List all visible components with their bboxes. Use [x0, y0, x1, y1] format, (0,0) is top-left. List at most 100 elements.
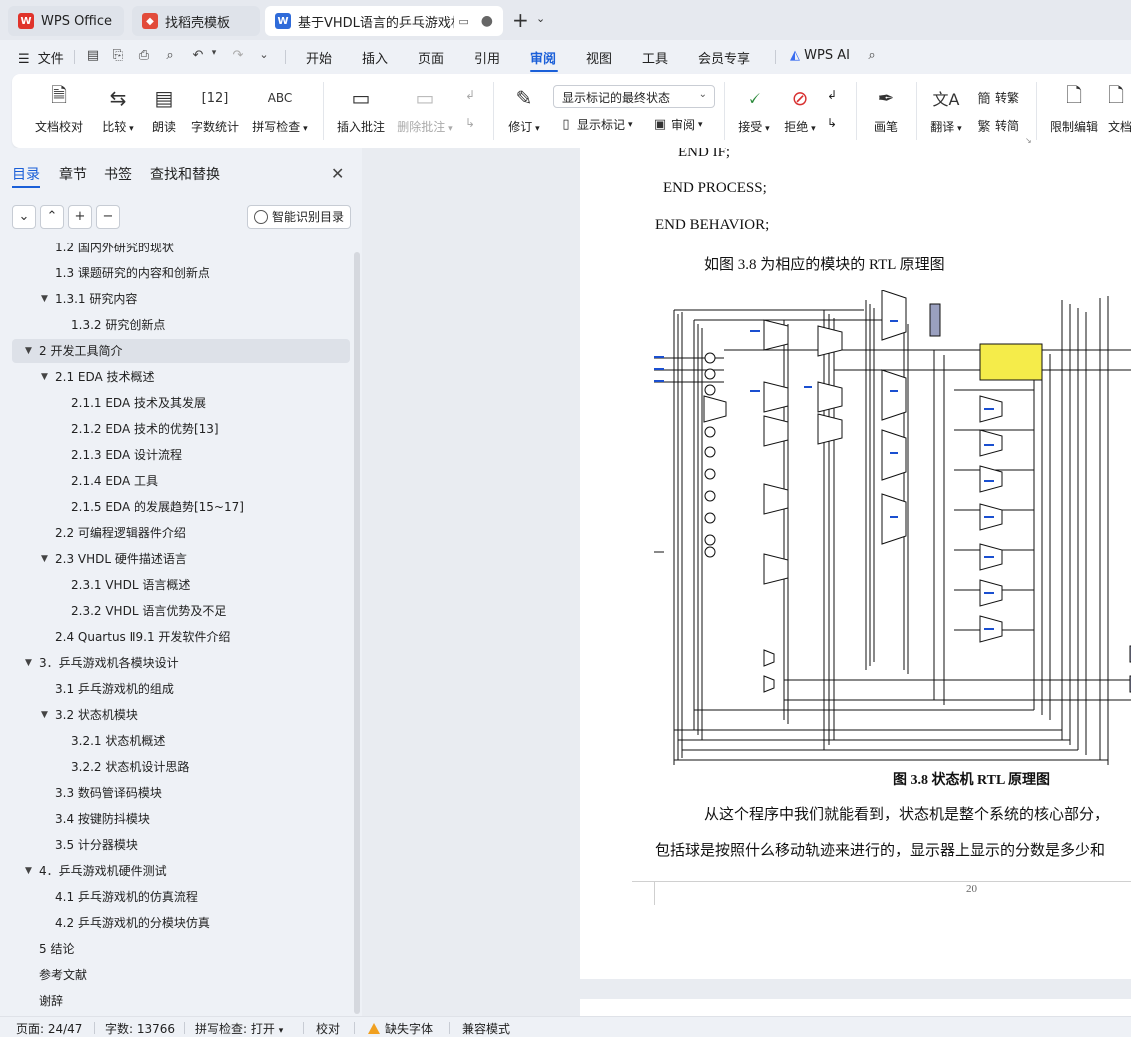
wps-ai-button[interactable]: ◭ WPS AI — [790, 48, 850, 63]
menu-review[interactable]: 审阅 — [530, 48, 556, 67]
proofread-status[interactable]: 校对 — [316, 1020, 340, 1037]
toc-item[interactable]: 4.2 乒乓游戏机的分模块仿真 — [0, 911, 350, 935]
track-changes-button[interactable]: ✎ 修订 ▾ — [504, 84, 544, 135]
close-icon[interactable]: ✕ — [331, 164, 344, 183]
undo-dropdown-icon[interactable]: ▾ — [206, 48, 222, 64]
tab-toc[interactable]: 目录 — [12, 164, 40, 184]
unsaved-dot-icon[interactable]: ● — [481, 13, 493, 29]
menu-insert[interactable]: 插入 — [362, 48, 388, 67]
toc-item[interactable]: ▼ 4．乒乓游戏机硬件测试 — [0, 859, 350, 883]
toc-item[interactable]: 参考文献 — [0, 963, 350, 987]
word-count-indicator[interactable]: 字数: 13766 — [105, 1020, 175, 1037]
toc-item[interactable]: ▼ 1.3.1 研究内容 — [0, 287, 350, 311]
tab-templates[interactable]: ◆ 找稻壳模板 — [132, 6, 260, 36]
expand-triangle-icon[interactable]: ▼ — [41, 703, 48, 727]
menu-tools[interactable]: 工具 — [642, 48, 668, 67]
pen-button[interactable]: ✒ 画笔 — [868, 84, 904, 135]
smart-toc-button[interactable]: 智能识别目录 — [247, 205, 351, 229]
show-markup-button[interactable]: ▯ 显示标记 ▾ — [558, 116, 632, 133]
doc-check-button[interactable]: 🗎 文档校对 — [28, 83, 90, 135]
menu-reference[interactable]: 引用 — [474, 48, 500, 67]
expand-triangle-icon[interactable]: ▼ — [25, 651, 32, 675]
translate-button[interactable]: 文A 翻译 ▾ — [926, 84, 966, 135]
toc-item[interactable]: 1.2 国内外研究的现状 — [0, 243, 350, 259]
prev-comment-icon[interactable]: ↲ — [465, 88, 475, 102]
prev-change-icon[interactable]: ↲ — [827, 88, 837, 102]
collapse-up-icon[interactable]: ⌃ — [40, 205, 64, 229]
tab-sections[interactable]: 章节 — [59, 164, 87, 184]
toc-item[interactable]: 3.3 数码管译码模块 — [0, 781, 350, 805]
next-comment-icon[interactable]: ↳ — [465, 116, 475, 130]
save-icon[interactable]: ▤ — [85, 48, 101, 64]
new-tab-button[interactable]: + — [512, 10, 529, 30]
spell-check-button[interactable]: ABC 拼写检查 ▾ — [248, 84, 312, 135]
toc-item[interactable]: 1.3.2 研究创新点 — [0, 313, 350, 337]
toc-item[interactable]: 4.1 乒乓游戏机的仿真流程 — [0, 885, 350, 909]
toc-item[interactable]: 谢辞 — [0, 989, 350, 1013]
toc-item[interactable]: ▼ 3.2 状态机模块 — [0, 703, 350, 727]
word-count-button[interactable]: [12] 字数统计 — [188, 84, 242, 135]
print-preview-icon[interactable]: ⌕ — [162, 48, 178, 64]
compare-button[interactable]: ⇆ 比较 ▾ — [96, 84, 140, 135]
toc-item[interactable]: 5 结论 — [0, 937, 350, 961]
review-pane-button[interactable]: ▣ 审阅 ▾ — [652, 116, 703, 133]
expand-triangle-icon[interactable]: ▼ — [41, 365, 48, 389]
toc-item[interactable]: 3.5 计分器模块 — [0, 833, 350, 857]
expand-triangle-icon[interactable]: ▼ — [41, 547, 48, 571]
toc-item[interactable]: 2.1.5 EDA 的发展趋势[15~17] — [0, 495, 350, 519]
missing-font-status[interactable]: 缺失字体 — [368, 1020, 433, 1037]
tab-bookmarks[interactable]: 书签 — [104, 164, 132, 184]
read-aloud-button[interactable]: ▤ 朗读 — [146, 84, 182, 135]
menu-member[interactable]: 会员专享 — [698, 48, 750, 67]
remove-heading-icon[interactable]: − — [96, 205, 120, 229]
reject-button[interactable]: ⊘ 拒绝 ▾ — [780, 84, 820, 135]
tab-list-chevron-icon[interactable]: ⌄ — [536, 12, 545, 25]
tab-find-replace[interactable]: 查找和替换 — [150, 164, 220, 184]
toc-item[interactable]: 3.2.2 状态机设计思路 — [0, 755, 350, 779]
next-change-icon[interactable]: ↳ — [827, 116, 837, 130]
export-icon[interactable]: ⎘ — [110, 48, 126, 64]
expand-triangle-icon[interactable]: ▼ — [25, 339, 32, 363]
delete-comment-button[interactable]: ▭ 删除批注 ▾ — [394, 84, 456, 135]
toc-item[interactable]: ▼ 2.3 VHDL 硬件描述语言 — [0, 547, 350, 571]
collapse-down-icon[interactable]: ⌄ — [12, 205, 36, 229]
toc-item[interactable]: 2.3.2 VHDL 语言优势及不足 — [0, 599, 350, 623]
print-icon[interactable]: ⎙ — [136, 48, 152, 64]
toc-item[interactable]: 2.4 Quartus Ⅱ9.1 开发软件介绍 — [0, 625, 350, 649]
menu-start[interactable]: 开始 — [306, 48, 332, 67]
redo-icon[interactable]: ↷ — [230, 48, 246, 64]
accept-button[interactable]: 🗸 接受 ▾ — [734, 84, 774, 135]
file-menu[interactable]: ☰ 文件 — [18, 48, 64, 67]
menu-view[interactable]: 视图 — [586, 48, 612, 67]
expand-triangle-icon[interactable]: ▼ — [25, 859, 32, 883]
toc-item[interactable]: 2.1.2 EDA 技术的优势[13] — [0, 417, 350, 441]
toc-item[interactable]: ▼ 3．乒乓游戏机各模块设计 — [0, 651, 350, 675]
toc-item[interactable]: 3.2.1 状态机概述 — [0, 729, 350, 753]
display-mode-select[interactable]: 显示标记的最终状态 ⌄ — [553, 85, 715, 108]
more-chevron-icon[interactable]: ⌄ — [256, 48, 272, 64]
spell-check-status[interactable]: 拼写检查: 打开 ▾ — [195, 1020, 283, 1037]
add-heading-icon[interactable]: + — [68, 205, 92, 229]
insert-comment-button[interactable]: ▭ 插入批注 — [334, 84, 388, 135]
restrict-editing-button[interactable]: 🗋 限制编辑 — [1046, 83, 1102, 135]
toc-item[interactable]: 2.2 可编程逻辑器件介绍 — [0, 521, 350, 545]
toc-item[interactable]: 2.1.4 EDA 工具 — [0, 469, 350, 493]
toc-item[interactable]: 2.3.1 VHDL 语言概述 — [0, 573, 350, 597]
toc-item[interactable]: 1.3 课题研究的内容和创新点 — [0, 261, 350, 285]
expand-triangle-icon[interactable]: ▼ — [41, 287, 48, 311]
undo-icon[interactable]: ↶ — [190, 48, 206, 64]
toc-item[interactable]: ▼ 2.1 EDA 技术概述 — [0, 365, 350, 389]
page-indicator[interactable]: 页面: 24/47 — [16, 1020, 82, 1037]
tab-wps-office[interactable]: W WPS Office — [8, 6, 124, 36]
toc-item[interactable]: 2.1.3 EDA 设计流程 — [0, 443, 350, 467]
menu-page[interactable]: 页面 — [418, 48, 444, 67]
toc-item[interactable]: ▼ 2 开发工具简介 — [12, 339, 350, 363]
tab-document[interactable]: W 基于VHDL语言的乒乓游戏机电 ▭ ● — [265, 6, 503, 36]
search-icon[interactable]: ⌕ — [864, 48, 880, 64]
to-simplified-button[interactable]: 繁 转简 — [976, 116, 1019, 135]
toc-item[interactable]: 2.1.1 EDA 技术及其发展 — [0, 391, 350, 415]
document-more-button[interactable]: 🗋 文档 — [1108, 83, 1131, 135]
toc-item[interactable]: 3.1 乒乓游戏机的组成 — [0, 677, 350, 701]
toc-scrollbar[interactable] — [354, 252, 360, 1014]
to-traditional-button[interactable]: 簡 转繁 — [976, 88, 1019, 107]
